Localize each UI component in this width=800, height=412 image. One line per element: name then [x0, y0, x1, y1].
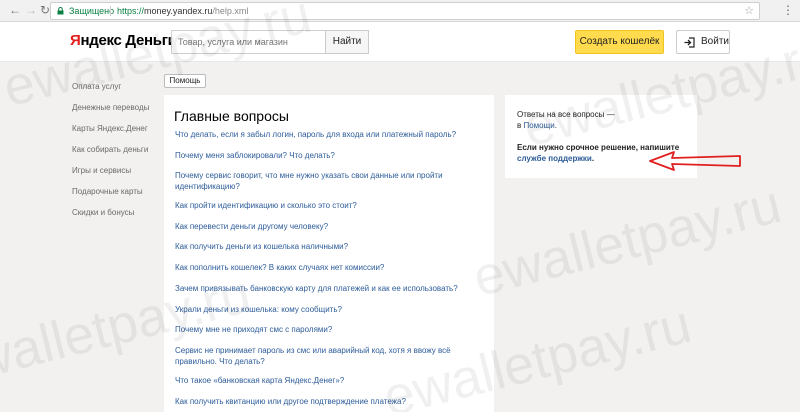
support-link[interactable]: службе поддержки — [517, 154, 592, 163]
login-button[interactable]: Войти — [676, 30, 730, 54]
question-link[interactable]: Сервис не принимает пароль из смс или ав… — [175, 346, 493, 367]
question-link[interactable]: Как перевести деньги другому человеку? — [175, 222, 475, 233]
create-wallet-button[interactable]: Создать кошелёк — [575, 30, 664, 54]
bookmark-star-icon[interactable]: ☆ — [744, 3, 754, 19]
answers-text: Ответы на все вопросы — — [517, 110, 615, 119]
browser-menu-icon[interactable]: ⋮ — [782, 3, 794, 18]
login-label: Войти — [701, 36, 729, 47]
help-link[interactable]: Помощи — [523, 121, 554, 130]
back-arrow-icon[interactable]: ← — [8, 3, 22, 17]
question-link[interactable]: Как получить деньги из кошелька наличным… — [175, 242, 475, 253]
secure-label: Защищено — [69, 6, 115, 16]
url-host: money.yandex.ru — [144, 6, 213, 16]
sidebar-item-fundraising[interactable]: Как собирать деньги — [72, 143, 162, 164]
site-header: Яндекс Деньги Найти Создать кошелёк Войт… — [0, 22, 800, 62]
main-questions-panel: Главные вопросы Что делать, если я забыл… — [164, 95, 494, 412]
logo-letter: Я — [70, 32, 81, 49]
question-link[interactable]: Украли деньги из кошелька: кому сообщить… — [175, 305, 475, 316]
sidebar-item-discounts[interactable]: Скидки и бонусы — [72, 206, 162, 227]
sidebar-item-gift-cards[interactable]: Подарочные карты — [72, 185, 162, 206]
address-separator — [110, 6, 111, 16]
question-link[interactable]: Что делать, если я забыл логин, пароль д… — [175, 130, 475, 141]
breadcrumb-help[interactable]: Помощь — [164, 74, 206, 88]
url-path: /help.xml — [212, 6, 249, 16]
page-title: Главные вопросы — [174, 108, 289, 124]
browser-toolbar: ← → ↻ Защищено https://money.yandex.ru/h… — [0, 0, 800, 22]
login-icon — [684, 37, 695, 48]
answers-line: в Помощи. — [517, 121, 557, 130]
forward-arrow-icon[interactable]: → — [24, 3, 38, 17]
url-text: https://money.yandex.ru/help.xml — [117, 3, 248, 19]
yandex-money-logo[interactable]: Яндекс Деньги — [70, 32, 177, 49]
question-link[interactable]: Как пополнить кошелек? В каких случаях н… — [175, 263, 475, 274]
question-link[interactable]: Почему мне не приходят смс с паролями? — [175, 325, 475, 336]
sidebar-item-cards[interactable]: Карты Яндекс.Денег — [72, 122, 162, 143]
question-link[interactable]: Как получить квитанцию или другое подтве… — [175, 397, 475, 408]
question-link[interactable]: Как пройти идентификацию и сколько это с… — [175, 201, 475, 212]
sidebar-item-games[interactable]: Игры и сервисы — [72, 164, 162, 185]
search-button[interactable]: Найти — [325, 30, 369, 54]
question-link[interactable]: Что такое «банковская карта Яндекс.Денег… — [175, 376, 475, 387]
address-bar[interactable]: Защищено https://money.yandex.ru/help.xm… — [50, 2, 760, 20]
question-link[interactable]: Зачем привязывать банковскую карту для п… — [175, 284, 475, 295]
sidebar-item-payments[interactable]: Оплата услуг — [72, 80, 162, 101]
url-protocol: https:// — [117, 6, 145, 16]
question-link[interactable]: Почему сервис говорит, что мне нужно ука… — [175, 171, 445, 192]
watermark: ewalletpay.ru — [467, 173, 787, 309]
logo-text: ндекс Деньги — [80, 32, 177, 49]
sidebar-item-transfers[interactable]: Денежные переводы — [72, 101, 162, 122]
lock-icon — [57, 7, 64, 15]
sidebar: Оплата услуг Денежные переводы Карты Янд… — [72, 80, 162, 227]
answers-prefix: в — [517, 121, 522, 130]
red-arrow-icon — [649, 151, 741, 171]
question-link[interactable]: Почему меня заблокировали? Что делать? — [175, 151, 475, 162]
search-input[interactable] — [171, 30, 326, 54]
